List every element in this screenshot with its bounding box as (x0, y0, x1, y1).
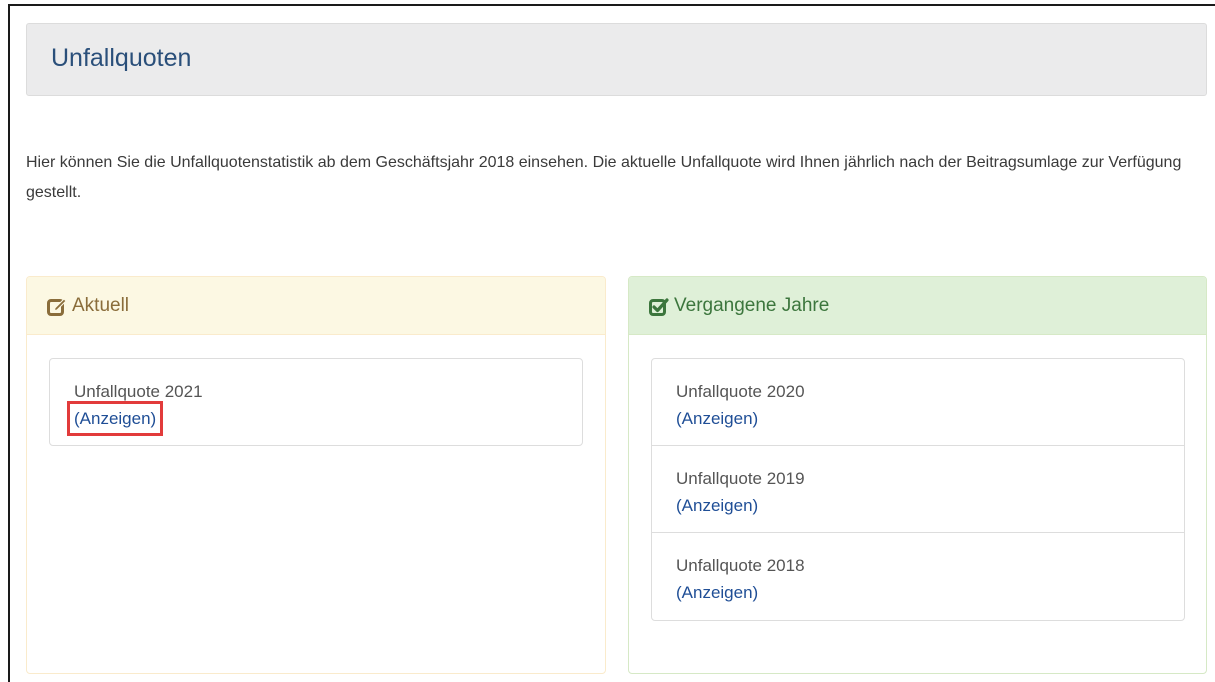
current-panel-title: Aktuell (72, 294, 130, 316)
check-square-icon (649, 296, 669, 316)
edit-icon (47, 296, 67, 316)
past-panel-heading: Vergangene Jahre (629, 277, 1206, 335)
item-title: Unfallquote 2020 (676, 382, 805, 401)
past-panel-title: Vergangene Jahre (674, 294, 830, 316)
current-panel-heading: Aktuell (27, 277, 605, 335)
show-link-2018[interactable]: (Anzeigen) (676, 579, 758, 606)
show-link-2020[interactable]: (Anzeigen) (676, 405, 758, 432)
list-item: Unfallquote 2019 (Anzeigen) (652, 446, 1184, 533)
intro-text: Hier können Sie die Unfallquotenstatisti… (26, 154, 1182, 201)
past-list: Unfallquote 2020 (Anzeigen) Unfallquote … (651, 358, 1185, 621)
list-item: Unfallquote 2021 (Anzeigen) (50, 359, 582, 445)
show-link-2019[interactable]: (Anzeigen) (676, 492, 758, 519)
page-header: Unfallquoten (26, 23, 1207, 96)
item-title: Unfallquote 2018 (676, 556, 805, 575)
list-item: Unfallquote 2018 (Anzeigen) (652, 533, 1184, 620)
page-title: Unfallquoten (51, 44, 192, 72)
current-panel: Aktuell Unfallquote 2021 (Anzeigen) (26, 276, 606, 674)
item-title: Unfallquote 2019 (676, 469, 805, 488)
list-item: Unfallquote 2020 (Anzeigen) (652, 359, 1184, 446)
current-list: Unfallquote 2021 (Anzeigen) (49, 358, 583, 446)
past-panel: Vergangene Jahre Unfallquote 2020 (Anzei… (628, 276, 1207, 674)
show-link-2021[interactable]: (Anzeigen) (66, 401, 164, 436)
item-title: Unfallquote 2021 (74, 382, 203, 401)
